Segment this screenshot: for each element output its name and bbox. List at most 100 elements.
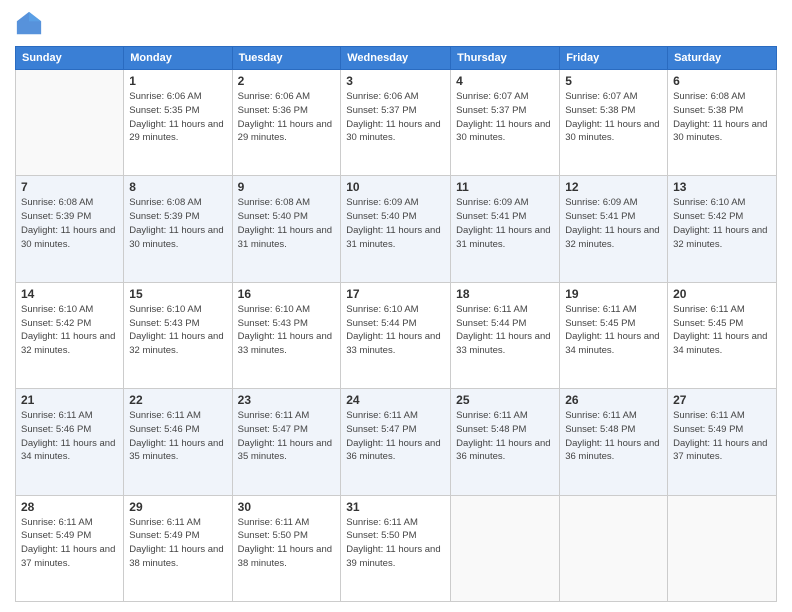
- day-number: 23: [238, 393, 336, 407]
- calendar-header-saturday: Saturday: [668, 47, 777, 70]
- day-number: 2: [238, 74, 336, 88]
- page: SundayMondayTuesdayWednesdayThursdayFrid…: [0, 0, 792, 612]
- calendar-day-cell: 15 Sunrise: 6:10 AMSunset: 5:43 PMDayligh…: [124, 282, 232, 388]
- calendar-day-cell: 2Sunrise: 6:06 AMSunset: 5:36 PMDaylight…: [232, 70, 341, 176]
- calendar-day-cell: 6 Sunrise: 6:08 AMSunset: 5:38 PMDaylight…: [668, 70, 777, 176]
- day-info: Sunrise: 6:11 AMSunset: 5:47 PMDaylight:…: [346, 409, 445, 464]
- calendar-day-cell: 13Sunrise: 6:10 AMSunset: 5:42 PMDayligh…: [668, 176, 777, 282]
- day-number: 15: [129, 287, 226, 301]
- day-number: 21: [21, 393, 118, 407]
- calendar-table: SundayMondayTuesdayWednesdayThursdayFrid…: [15, 46, 777, 602]
- day-number: 31: [346, 500, 445, 514]
- day-info: Sunrise: 6:11 AMSunset: 5:45 PMDaylight:…: [565, 303, 662, 358]
- calendar-day-cell: 7 Sunrise: 6:08 AMSunset: 5:39 PMDaylight…: [16, 176, 124, 282]
- day-info: Sunrise: 6:11 AMSunset: 5:50 PMDaylight:…: [238, 516, 336, 571]
- calendar-header-thursday: Thursday: [451, 47, 560, 70]
- calendar-day-cell: 26 Sunrise: 6:11 AMSunset: 5:48 PMDayligh…: [560, 389, 668, 495]
- day-info: Sunrise: 6:08 AMSunset: 5:40 PMDaylight:…: [238, 196, 336, 251]
- calendar-day-cell: 9 Sunrise: 6:08 AMSunset: 5:40 PMDaylight…: [232, 176, 341, 282]
- day-info: Sunrise: 6:10 AMSunset: 5:42 PMDaylight:…: [21, 303, 118, 358]
- day-info: Sunrise: 6:07 AMSunset: 5:37 PMDaylight:…: [456, 90, 554, 145]
- day-info: Sunrise: 6:11 AMSunset: 5:44 PMDaylight:…: [456, 303, 554, 358]
- calendar-header-wednesday: Wednesday: [341, 47, 451, 70]
- calendar-day-cell: [668, 495, 777, 601]
- day-info: Sunrise: 6:09 AMSunset: 5:40 PMDaylight:…: [346, 196, 445, 251]
- calendar-week-row: 7 Sunrise: 6:08 AMSunset: 5:39 PMDaylight…: [16, 176, 777, 282]
- day-info: Sunrise: 6:08 AMSunset: 5:38 PMDaylight:…: [673, 90, 771, 145]
- day-info: Sunrise: 6:11 AMSunset: 5:45 PMDaylight:…: [673, 303, 771, 358]
- calendar-day-cell: 20 Sunrise: 6:11 AMSunset: 5:45 PMDayligh…: [668, 282, 777, 388]
- day-number: 17: [346, 287, 445, 301]
- calendar-day-cell: 24 Sunrise: 6:11 AMSunset: 5:47 PMDayligh…: [341, 389, 451, 495]
- day-number: 26: [565, 393, 662, 407]
- calendar-week-row: 28 Sunrise: 6:11 AMSunset: 5:49 PMDayligh…: [16, 495, 777, 601]
- calendar-day-cell: 11Sunrise: 6:09 AMSunset: 5:41 PMDayligh…: [451, 176, 560, 282]
- calendar-week-row: 14 Sunrise: 6:10 AMSunset: 5:42 PMDayligh…: [16, 282, 777, 388]
- day-number: 4: [456, 74, 554, 88]
- day-number: 5: [565, 74, 662, 88]
- day-info: Sunrise: 6:10 AMSunset: 5:43 PMDaylight:…: [238, 303, 336, 358]
- day-info: Sunrise: 6:08 AMSunset: 5:39 PMDaylight:…: [129, 196, 226, 251]
- calendar-day-cell: 10 Sunrise: 6:09 AMSunset: 5:40 PMDayligh…: [341, 176, 451, 282]
- day-info: Sunrise: 6:07 AMSunset: 5:38 PMDaylight:…: [565, 90, 662, 145]
- day-number: 30: [238, 500, 336, 514]
- day-number: 28: [21, 500, 118, 514]
- calendar-header-row: SundayMondayTuesdayWednesdayThursdayFrid…: [16, 47, 777, 70]
- day-number: 27: [673, 393, 771, 407]
- day-info: Sunrise: 6:10 AMSunset: 5:42 PMDaylight:…: [673, 196, 771, 251]
- day-number: 7: [21, 180, 118, 194]
- day-info: Sunrise: 6:11 AMSunset: 5:49 PMDaylight:…: [129, 516, 226, 571]
- calendar-day-cell: 5 Sunrise: 6:07 AMSunset: 5:38 PMDaylight…: [560, 70, 668, 176]
- day-number: 6: [673, 74, 771, 88]
- day-info: Sunrise: 6:11 AMSunset: 5:50 PMDaylight:…: [346, 516, 445, 571]
- calendar-week-row: 1Sunrise: 6:06 AMSunset: 5:35 PMDaylight…: [16, 70, 777, 176]
- day-info: Sunrise: 6:11 AMSunset: 5:48 PMDaylight:…: [456, 409, 554, 464]
- calendar-day-cell: 16 Sunrise: 6:10 AMSunset: 5:43 PMDayligh…: [232, 282, 341, 388]
- day-number: 3: [346, 74, 445, 88]
- day-number: 9: [238, 180, 336, 194]
- calendar-day-cell: 17 Sunrise: 6:10 AMSunset: 5:44 PMDayligh…: [341, 282, 451, 388]
- calendar-day-cell: 22 Sunrise: 6:11 AMSunset: 5:46 PMDayligh…: [124, 389, 232, 495]
- logo-icon: [15, 10, 43, 38]
- calendar-header-friday: Friday: [560, 47, 668, 70]
- day-number: 10: [346, 180, 445, 194]
- calendar-day-cell: 18 Sunrise: 6:11 AMSunset: 5:44 PMDayligh…: [451, 282, 560, 388]
- calendar-header-tuesday: Tuesday: [232, 47, 341, 70]
- day-number: 29: [129, 500, 226, 514]
- header: [15, 10, 777, 38]
- day-info: Sunrise: 6:08 AMSunset: 5:39 PMDaylight:…: [21, 196, 118, 251]
- day-number: 11: [456, 180, 554, 194]
- day-info: Sunrise: 6:10 AMSunset: 5:44 PMDaylight:…: [346, 303, 445, 358]
- calendar-day-cell: [560, 495, 668, 601]
- day-number: 14: [21, 287, 118, 301]
- day-number: 12: [565, 180, 662, 194]
- day-info: Sunrise: 6:06 AMSunset: 5:37 PMDaylight:…: [346, 90, 445, 145]
- calendar-day-cell: 8 Sunrise: 6:08 AMSunset: 5:39 PMDaylight…: [124, 176, 232, 282]
- day-number: 22: [129, 393, 226, 407]
- calendar-day-cell: 28Sunrise: 6:11 AMSunset: 5:49 PMDayligh…: [16, 495, 124, 601]
- day-info: Sunrise: 6:11 AMSunset: 5:46 PMDaylight:…: [129, 409, 226, 464]
- calendar-day-cell: 30 Sunrise: 6:11 AMSunset: 5:50 PMDayligh…: [232, 495, 341, 601]
- calendar-day-cell: 23 Sunrise: 6:11 AMSunset: 5:47 PMDayligh…: [232, 389, 341, 495]
- day-number: 8: [129, 180, 226, 194]
- day-number: 19: [565, 287, 662, 301]
- day-info: Sunrise: 6:11 AMSunset: 5:47 PMDaylight:…: [238, 409, 336, 464]
- day-info: Sunrise: 6:10 AMSunset: 5:43 PMDaylight:…: [129, 303, 226, 358]
- calendar-header-monday: Monday: [124, 47, 232, 70]
- day-number: 24: [346, 393, 445, 407]
- calendar-week-row: 21 Sunrise: 6:11 AMSunset: 5:46 PMDayligh…: [16, 389, 777, 495]
- calendar-day-cell: 19 Sunrise: 6:11 AMSunset: 5:45 PMDayligh…: [560, 282, 668, 388]
- day-info: Sunrise: 6:09 AMSunset: 5:41 PMDaylight:…: [565, 196, 662, 251]
- day-number: 18: [456, 287, 554, 301]
- calendar-day-cell: 27 Sunrise: 6:11 AMSunset: 5:49 PMDayligh…: [668, 389, 777, 495]
- day-info: Sunrise: 6:11 AMSunset: 5:49 PMDaylight:…: [673, 409, 771, 464]
- day-number: 16: [238, 287, 336, 301]
- day-info: Sunrise: 6:06 AMSunset: 5:35 PMDaylight:…: [129, 90, 226, 145]
- day-info: Sunrise: 6:11 AMSunset: 5:48 PMDaylight:…: [565, 409, 662, 464]
- calendar-day-cell: 12 Sunrise: 6:09 AMSunset: 5:41 PMDayligh…: [560, 176, 668, 282]
- calendar-day-cell: 21Sunrise: 6:11 AMSunset: 5:46 PMDayligh…: [16, 389, 124, 495]
- calendar-day-cell: 14 Sunrise: 6:10 AMSunset: 5:42 PMDayligh…: [16, 282, 124, 388]
- day-number: 20: [673, 287, 771, 301]
- calendar-day-cell: 29 Sunrise: 6:11 AMSunset: 5:49 PMDayligh…: [124, 495, 232, 601]
- calendar-day-cell: 3 Sunrise: 6:06 AMSunset: 5:37 PMDaylight…: [341, 70, 451, 176]
